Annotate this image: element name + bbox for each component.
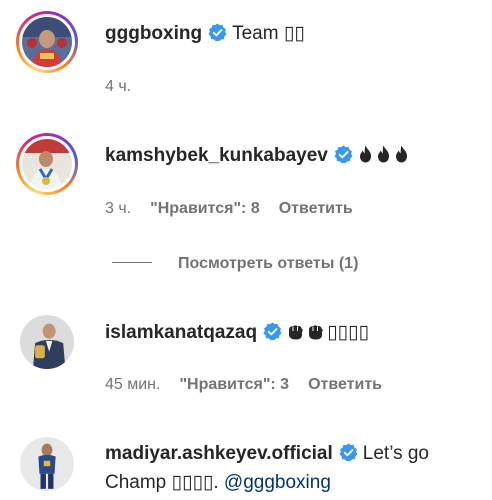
verified-badge-icon <box>263 322 282 341</box>
reply-button[interactable]: Ответить <box>308 376 382 393</box>
likes-count[interactable]: "Нравится": 3 <box>179 376 289 393</box>
comment-text: Let’s go <box>362 443 429 464</box>
comment-text: Champ ▯▯▯▯. <box>105 472 219 493</box>
username[interactable]: kamshybek_kunkabayev <box>105 145 328 166</box>
fire-icon <box>358 145 373 163</box>
avatar-islamkanatqazaq[interactable] <box>20 315 74 369</box>
comment-meta: 3 ч. "Нравится": 8 Ответить <box>105 199 372 219</box>
username[interactable]: islamkanatqazaq <box>105 322 257 343</box>
view-replies-label: Посмотреть ответы (1) <box>178 255 359 272</box>
avatar-image <box>20 315 74 369</box>
comment-text-line: islamkanatqazaq ▯▯▯▯ <box>105 319 484 347</box>
username[interactable]: madiyar.ashkeyev.official <box>105 443 333 464</box>
avatar-kamshybek[interactable] <box>16 133 78 195</box>
comment-text-line: gggboxing Team ▯▯ <box>105 20 484 48</box>
verified-badge-icon <box>339 443 358 462</box>
avatar-gggboxing[interactable] <box>16 11 78 73</box>
avatar-madiyar[interactable] <box>20 437 74 491</box>
comment-text-line-2: Champ ▯▯▯▯. @gggboxing <box>105 469 484 497</box>
view-replies-button[interactable]: Посмотреть ответы (1) <box>112 254 358 274</box>
comment-meta: 45 мин. "Нравится": 3 Ответить <box>105 375 401 395</box>
fire-icon <box>394 145 409 163</box>
likes-count[interactable]: "Нравится": 8 <box>150 200 260 217</box>
verified-badge-icon <box>334 145 353 164</box>
fist-icon <box>307 324 324 340</box>
comment-text-line: madiyar.ashkeyev.official Let’s go <box>105 440 484 468</box>
comment-time[interactable]: 3 ч. <box>105 200 131 217</box>
fist-icon <box>287 324 304 340</box>
comment-text: ▯▯▯▯ <box>327 322 369 343</box>
mention-link[interactable]: @gggboxing <box>224 472 331 493</box>
avatar-image <box>22 139 72 189</box>
reply-button[interactable]: Ответить <box>279 200 353 217</box>
fire-icon <box>376 145 391 163</box>
comment-text-line: kamshybek_kunkabayev <box>105 142 484 170</box>
avatar-image <box>22 17 72 67</box>
comment-meta: 4 ч. <box>105 77 150 97</box>
divider-line <box>112 262 152 263</box>
verified-badge-icon <box>208 23 227 42</box>
username[interactable]: gggboxing <box>105 23 202 44</box>
comment-text: Team ▯▯ <box>232 23 305 44</box>
comment-time[interactable]: 45 мин. <box>105 376 160 393</box>
comment-time[interactable]: 4 ч. <box>105 78 131 95</box>
avatar-image <box>20 437 74 491</box>
